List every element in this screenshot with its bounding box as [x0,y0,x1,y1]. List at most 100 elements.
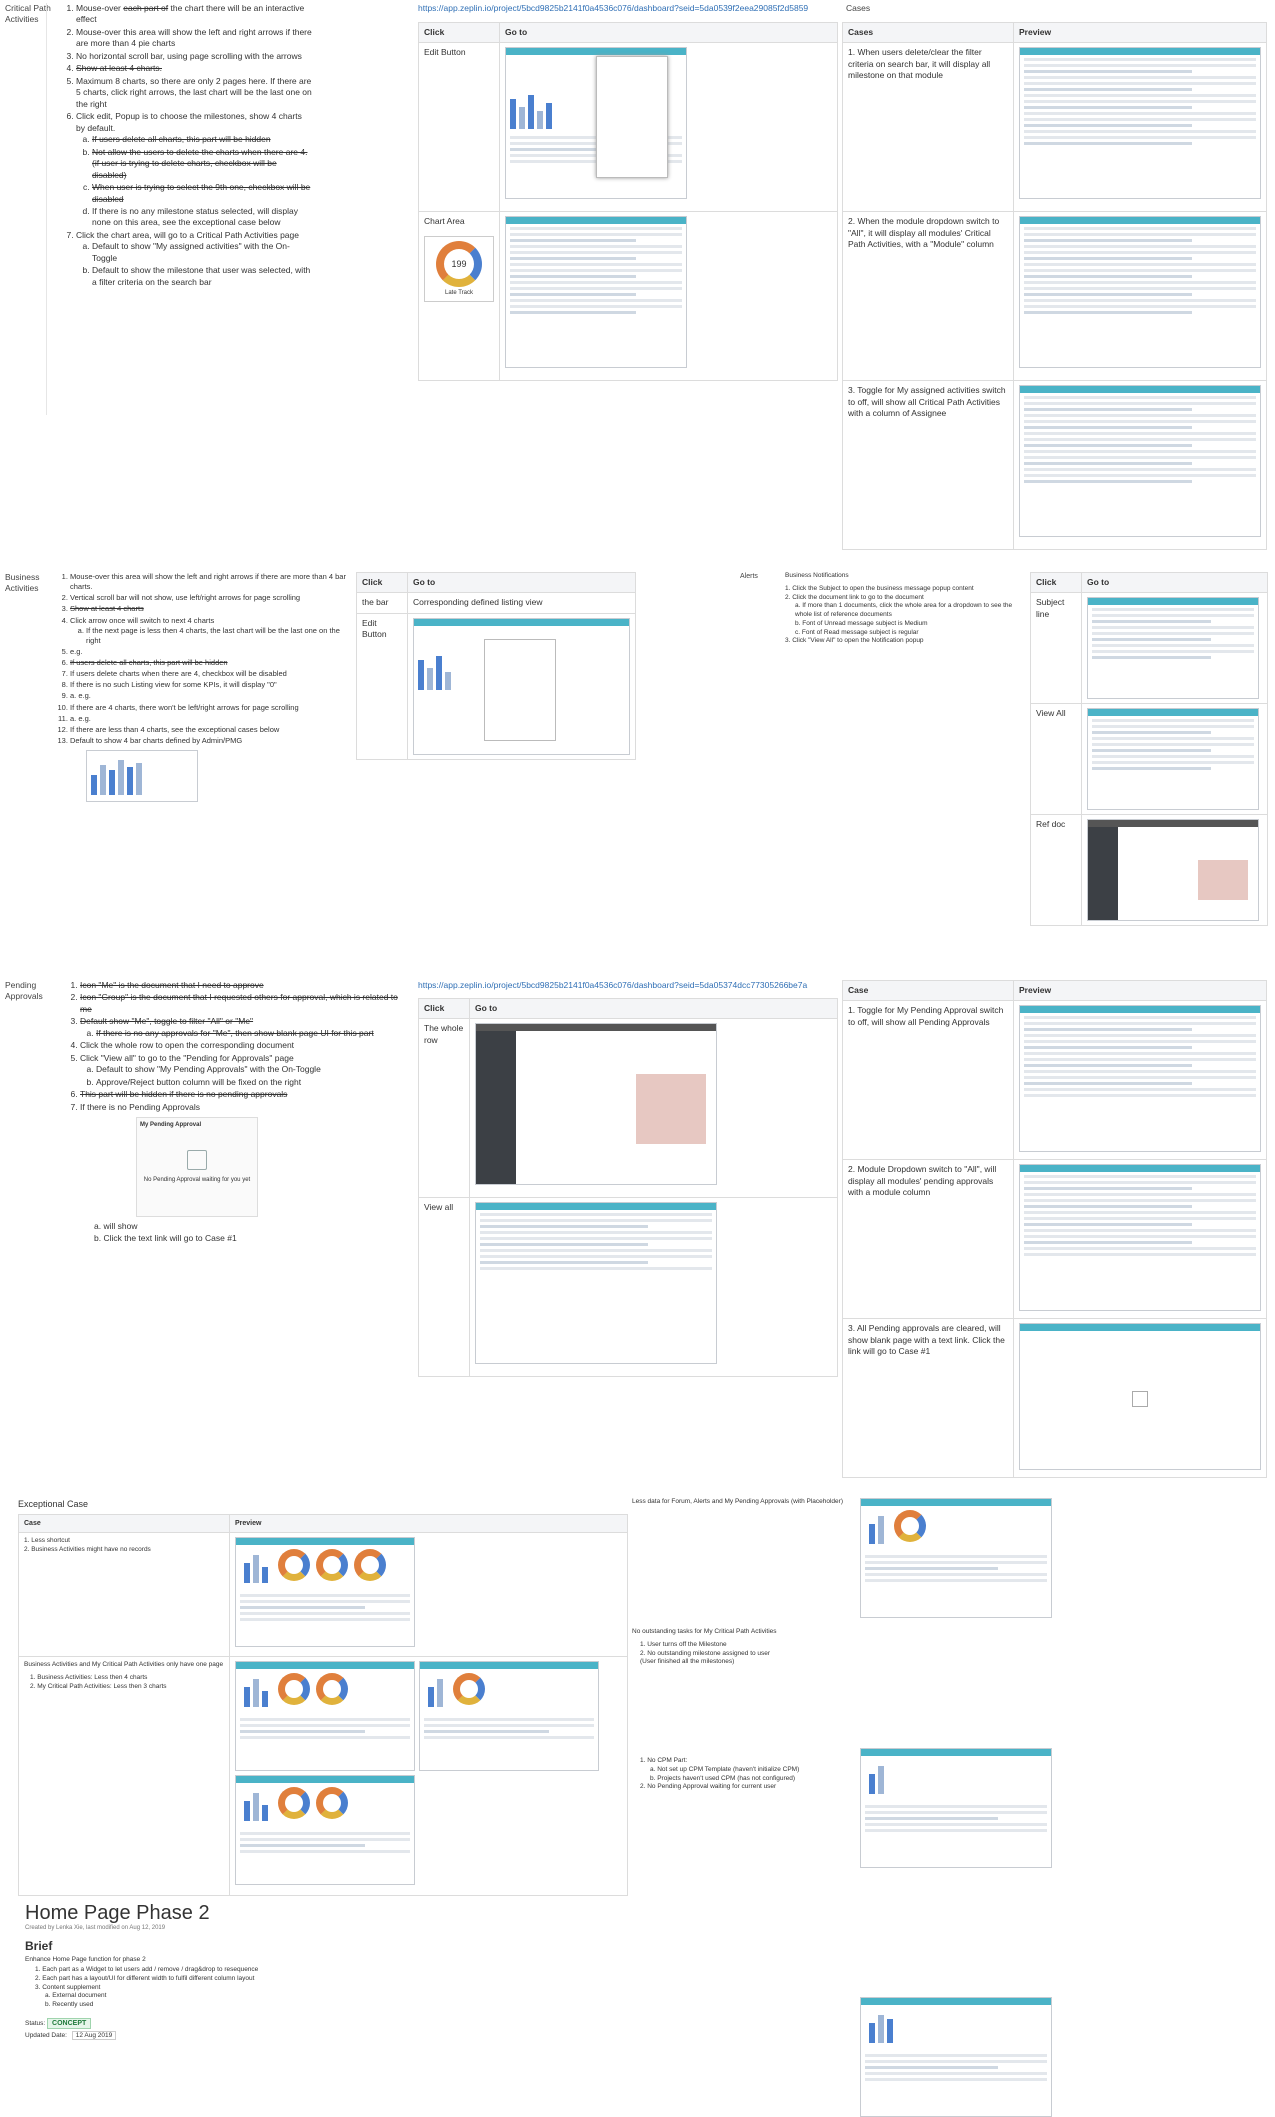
home-line-1: 1. Each part as a Widget to let users ad… [35,1966,259,1973]
ba-item-8: If there is no such Listing view for som… [70,680,348,690]
empty-state-icon [1132,1391,1148,1408]
ba-item-4: Click arrow once will switch to next 4 c… [70,616,348,646]
ba-example-charts [86,750,348,802]
struck-text: If users delete all charts, this part wi… [70,658,228,667]
pa-case-3: 3. All Pending approvals are cleared, wi… [842,1318,1014,1479]
cpa-case-2-preview [1019,216,1261,369]
struck-text: each part of [123,3,169,13]
exc-case-1-preview [235,1537,415,1648]
goto-header: Go to [499,21,838,44]
ba-item-3: Show at least 4 charts [70,604,348,614]
pa-preview-header: Preview [1013,979,1267,1002]
struck-text: Icon "Me" is the document that I need to… [80,980,264,990]
struck-text: Show at least 4 charts [70,604,144,614]
pa-section-label: Pending Approvals [5,980,43,1002]
alerts-title: Business Notifications [785,572,849,579]
struck-text: If there is no any approvals for "Me", t… [96,1027,374,1038]
exc-preview-header: Preview [229,1513,628,1534]
struck-text: If users delete all charts, this part wi… [92,134,271,145]
ba-item-2: Vertical scroll bar will not show, use l… [70,593,348,603]
cpa-item-7-sub-2: Default to show the milestone that user … [92,265,312,288]
pa-requirements: Icon "Me" is the document that I need to… [66,980,411,1244]
cpa-case-3: 3. Toggle for My assigned activities swi… [842,380,1014,551]
exc-case1-line-2: 2. Business Activities might have no rec… [24,1546,151,1554]
pa-item-1: Icon "Me" is the document that I need to… [80,980,411,991]
cpa-item-7: Click the chart area, will go to a Criti… [76,230,312,288]
status-row: Status: CONCEPT [25,2018,92,2030]
cpa-item-6-sub-3: When user is trying to select the 9th on… [92,182,312,205]
alerts-line-6: 3. Click "View All" to open the Notifica… [785,637,924,645]
pa-click-viewall: View all [418,1197,470,1378]
alerts-viewall-preview [1087,708,1259,811]
cpa-item-6-sub-1: If users delete all charts, this part wi… [92,134,312,145]
cpa-case-2: 2. When the module dropdown switch to "A… [842,211,1014,382]
alerts-line-2: 2. Click the document link to go to the … [785,593,924,601]
alerts-subject-preview [1087,597,1259,700]
brief-intro: Enhance Home Page function for phase 2 [25,1956,146,1963]
pa-case-2-preview [1019,1164,1261,1312]
pa-cases-table: Case Preview 1. Toggle for My Pending App… [842,979,1267,1479]
pa-item-5: Click "View all" to go to the "Pending f… [80,1053,411,1088]
exc-case1-line-1: 1. Less shortcut [24,1537,70,1545]
exc-right3-line-2: a. Not set up CPM Template (haven't init… [650,1765,800,1773]
cases-title: Cases [846,3,871,13]
cpa-section-label: Critical Path Activities [5,3,51,25]
exc-right-2-preview [860,1748,1052,1868]
late-track-label: Late Track [444,289,473,296]
alerts-refdoc-preview [1087,819,1259,922]
click-edit-button: Edit Button [418,42,500,213]
pa-case-header: Case [842,979,1014,1002]
struck-text: This part will be hidden if there is no … [80,1089,288,1100]
pa-row-preview [475,1023,717,1186]
updated-row: Updated Date: 12 Aug 2019 [25,2031,117,2041]
ba-click-header: Click [356,571,408,594]
cpa-item-6-sub-2: Not allow the users to delete the charts… [92,147,312,181]
edit-popup-preview [505,47,687,200]
brief-heading: Brief [25,1939,53,1953]
exc-right2-line-1: 1. User turns off the Milestone [640,1640,727,1648]
alerts-line-5: c. Font of Read message subject is regul… [795,628,919,636]
exc-case-header: Case [18,1513,230,1534]
ba-goto-header: Go to [407,571,636,594]
cpa-item-5: Maximum 8 charts, so there are only 2 pa… [76,76,312,110]
pa-click-row: The whole row [418,1018,470,1199]
exc-right-1-preview [860,1498,1052,1618]
click-chart-area: Chart Area 199 Late Track [418,211,500,382]
ba-item-4-sub-1: If the next page is less then 4 charts, … [86,626,348,646]
cpa-click-table: Click Go to Edit Button Chart Area 199 La… [418,21,838,382]
alerts-line-1: 1. Click the Subject to open the busines… [785,584,974,592]
exc-case-2: Business Activities and My Critical Path… [18,1656,230,1897]
home-line-3: 3. Content supplement [35,1983,101,1991]
struck-text: Default show "Me", toggle to filter "All… [80,1016,254,1027]
click-header: Click [418,21,500,44]
status-label: Status: [25,2020,46,2027]
ba-item-7: If users delete charts when there are 4,… [70,669,348,679]
exc-right-2-title: No outstanding tasks for My Critical Pat… [632,1628,777,1635]
cpa-list-preview [505,216,687,369]
late-track-donut: 199 [436,240,482,287]
cpa-requirements: Mouse-over each part of the chart there … [62,3,312,289]
struck-text: When user is trying to select the 9th on… [92,182,311,204]
pa-zeplin-link[interactable]: https://app.zeplin.io/project/5bcd9825b2… [418,980,807,991]
pa-after-line-1: a. will show [94,1221,138,1232]
exc-case-2c-preview [235,1775,415,1886]
home-line-2: 2. Each part has a layout/UI for differe… [35,1974,255,1982]
updated-label: Updated Date: [25,2032,67,2039]
exc-case2-line-2: 2. My Critical Path Activities: Less the… [30,1682,167,1690]
pa-goto-header: Go to [469,997,838,1020]
pa-empty-title: My Pending Approval [140,1122,202,1129]
cpa-item-6: Click edit, Popup is to choose the miles… [76,111,312,229]
page-meta: Created by Lenka Xie, last modified on A… [25,1925,166,1931]
cpa-item-1: Mouse-over each part of the chart there … [76,3,312,26]
alerts-view-all: View All [1030,703,1082,816]
ba-requirements: Mouse-over this area will show the left … [56,572,348,802]
alerts-ref-doc: Ref doc [1030,814,1082,927]
pa-item-3-sub-1: If there is no any approvals for "Me", t… [96,1028,411,1039]
cases-header: Cases [842,21,1014,44]
home-line-5: b. Recently used [45,2001,94,2009]
pa-item-5-sub-1: Default to show "My Pending Approvals" w… [96,1064,411,1075]
exc-right-3-preview [860,1997,1052,2117]
ba-item-13: Default to show 4 bar charts defined by … [70,736,348,746]
cpa-zeplin-link[interactable]: https://app.zeplin.io/project/5bcd9825b2… [418,3,808,14]
cpa-case-1: 1. When users delete/clear the filter cr… [842,42,1014,213]
